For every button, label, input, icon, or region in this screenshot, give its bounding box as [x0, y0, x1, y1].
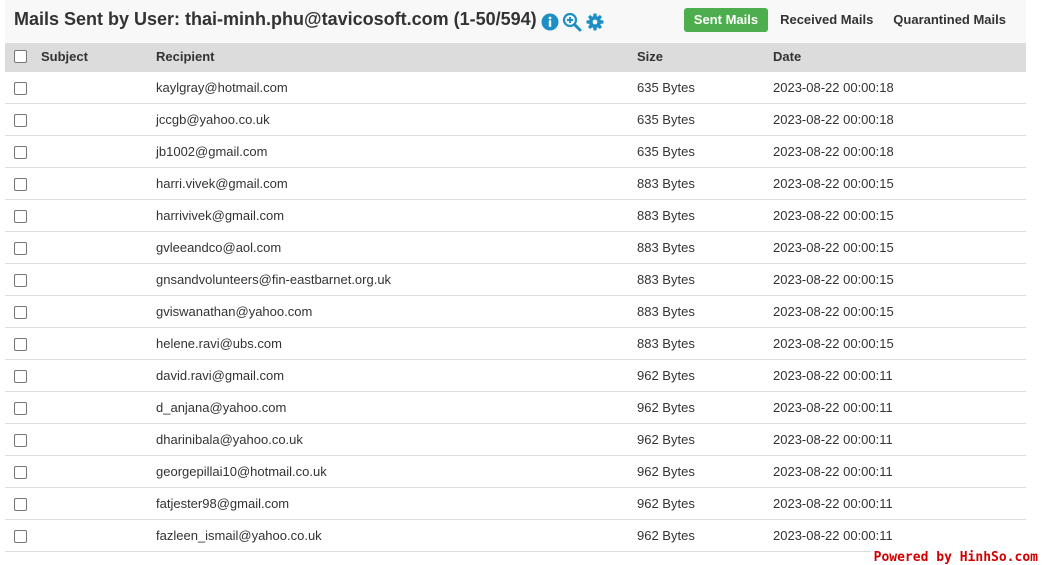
row-checkbox[interactable]: [14, 242, 27, 255]
row-recipient: georgepillai10@hotmail.co.uk: [156, 464, 327, 479]
row-checkbox[interactable]: [14, 338, 27, 351]
row-date: 2023-08-22 00:00:15: [773, 240, 894, 255]
mail-tabs: Sent Mails Received Mails Quarantined Ma…: [680, 8, 1014, 32]
row-date: 2023-08-22 00:00:15: [773, 272, 894, 287]
mail-table: Subject Recipient Size Date kaylgray@hot…: [5, 43, 1026, 552]
table-row[interactable]: fatjester98@gmail.com 962 Bytes 2023-08-22…: [5, 488, 1026, 520]
table-row[interactable]: david.ravi@gmail.com 962 Bytes 2023-08-22 …: [5, 360, 1026, 392]
page-title: Mails Sent by User: thai-minh.phu@tavico…: [14, 9, 537, 29]
row-checkbox[interactable]: [14, 146, 27, 159]
row-date: 2023-08-22 00:00:11: [773, 464, 893, 479]
row-date: 2023-08-22 00:00:11: [773, 496, 893, 511]
table-row[interactable]: helene.ravi@ubs.com 883 Bytes 2023-08-22 0…: [5, 328, 1026, 360]
table-row[interactable]: harrivivek@gmail.com 883 Bytes 2023-08-22 …: [5, 200, 1026, 232]
row-size: 635 Bytes: [637, 80, 695, 95]
table-row[interactable]: gviswanathan@yahoo.com 883 Bytes 2023-08-2…: [5, 296, 1026, 328]
row-size: 883 Bytes: [637, 240, 695, 255]
row-recipient: harri.vivek@gmail.com: [156, 176, 288, 191]
row-recipient: helene.ravi@ubs.com: [156, 336, 282, 351]
row-recipient: jccgb@yahoo.co.uk: [156, 112, 270, 127]
row-date: 2023-08-22 00:00:18: [773, 80, 894, 95]
powered-by-watermark: Powered by HinhSo.com: [870, 550, 1041, 565]
column-header-date[interactable]: Date: [773, 43, 801, 70]
row-recipient: gnsandvolunteers@fin-eastbarnet.org.uk: [156, 272, 392, 287]
row-size: 883 Bytes: [637, 336, 695, 351]
row-date: 2023-08-22 00:00:15: [773, 208, 894, 223]
row-size: 635 Bytes: [637, 112, 695, 127]
row-size: 883 Bytes: [637, 208, 695, 223]
row-date: 2023-08-22 00:00:18: [773, 112, 894, 127]
row-date: 2023-08-22 00:00:11: [773, 368, 893, 383]
column-header-size[interactable]: Size: [637, 43, 663, 70]
row-date: 2023-08-22 00:00:11: [773, 432, 893, 447]
table-row[interactable]: kaylgray@hotmail.com 635 Bytes 2023-08-22 …: [5, 72, 1026, 104]
table-row[interactable]: gvleeandco@aol.com 883 Bytes 2023-08-22 00…: [5, 232, 1026, 264]
table-row[interactable]: fazleen_ismail@yahoo.co.uk 962 Bytes 2023-…: [5, 520, 1026, 552]
row-recipient: fatjester98@gmail.com: [156, 496, 290, 511]
table-row[interactable]: jb1002@gmail.com 635 Bytes 2023-08-22 00:0…: [5, 136, 1026, 168]
row-checkbox[interactable]: [14, 114, 27, 127]
table-body: kaylgray@hotmail.com 635 Bytes 2023-08-22 …: [5, 72, 1026, 552]
zoom-in-icon[interactable]: [562, 12, 582, 32]
row-checkbox[interactable]: [14, 434, 27, 447]
row-recipient: fazleen_ismail@yahoo.co.uk: [156, 528, 322, 543]
row-checkbox[interactable]: [14, 466, 27, 479]
row-checkbox[interactable]: [14, 498, 27, 511]
table-row[interactable]: gnsandvolunteers@fin-eastbarnet.org.uk 88…: [5, 264, 1026, 296]
table-row[interactable]: harri.vivek@gmail.com 883 Bytes 2023-08-22…: [5, 168, 1026, 200]
row-recipient: harrivivek@gmail.com: [156, 208, 285, 223]
row-size: 962 Bytes: [637, 400, 695, 415]
table-row[interactable]: d_anjana@yahoo.com 962 Bytes 2023-08-22 00…: [5, 392, 1026, 424]
row-checkbox[interactable]: [14, 210, 27, 223]
row-size: 962 Bytes: [637, 528, 695, 543]
table-row[interactable]: georgepillai10@hotmail.co.uk 962 Bytes 202…: [5, 456, 1026, 488]
table-header: Subject Recipient Size Date: [5, 43, 1026, 72]
row-recipient: jb1002@gmail.com: [156, 144, 268, 159]
row-size: 962 Bytes: [637, 464, 695, 479]
row-date: 2023-08-22 00:00:11: [773, 528, 893, 543]
row-size: 635 Bytes: [637, 144, 695, 159]
column-header-recipient[interactable]: Recipient: [156, 43, 215, 70]
row-recipient: david.ravi@gmail.com: [156, 368, 285, 383]
row-recipient: d_anjana@yahoo.com: [156, 400, 287, 415]
table-row[interactable]: jccgb@yahoo.co.uk 635 Bytes 2023-08-22 00:…: [5, 104, 1026, 136]
row-recipient: dharinibala@yahoo.co.uk: [156, 432, 303, 447]
row-date: 2023-08-22 00:00:15: [773, 336, 894, 351]
row-size: 883 Bytes: [637, 176, 695, 191]
row-checkbox[interactable]: [14, 178, 27, 191]
select-all-checkbox[interactable]: [14, 50, 27, 63]
row-checkbox[interactable]: [14, 306, 27, 319]
row-size: 962 Bytes: [637, 432, 695, 447]
tab-received-mails[interactable]: Received Mails: [772, 8, 881, 32]
info-icon[interactable]: [540, 12, 560, 32]
tab-quarantined-mails[interactable]: Quarantined Mails: [885, 8, 1014, 32]
row-date: 2023-08-22 00:00:15: [773, 304, 894, 319]
row-size: 883 Bytes: [637, 304, 695, 319]
row-recipient: gvleeandco@aol.com: [156, 240, 282, 255]
row-size: 883 Bytes: [637, 272, 695, 287]
row-checkbox[interactable]: [14, 370, 27, 383]
row-recipient: kaylgray@hotmail.com: [156, 80, 288, 95]
row-date: 2023-08-22 00:00:11: [773, 400, 893, 415]
row-recipient: gviswanathan@yahoo.com: [156, 304, 313, 319]
row-date: 2023-08-22 00:00:18: [773, 144, 894, 159]
row-checkbox[interactable]: [14, 530, 27, 543]
row-size: 962 Bytes: [637, 368, 695, 383]
row-date: 2023-08-22 00:00:15: [773, 176, 894, 191]
table-row[interactable]: dharinibala@yahoo.co.uk 962 Bytes 2023-08-…: [5, 424, 1026, 456]
gear-icon[interactable]: [585, 12, 605, 32]
page-header: Mails Sent by User: thai-minh.phu@tavico…: [5, 0, 1026, 43]
row-checkbox[interactable]: [14, 402, 27, 415]
row-size: 962 Bytes: [637, 496, 695, 511]
row-checkbox[interactable]: [14, 274, 27, 287]
column-header-subject[interactable]: Subject: [41, 43, 88, 70]
row-checkbox[interactable]: [14, 82, 27, 95]
tab-sent-mails[interactable]: Sent Mails: [683, 8, 769, 32]
